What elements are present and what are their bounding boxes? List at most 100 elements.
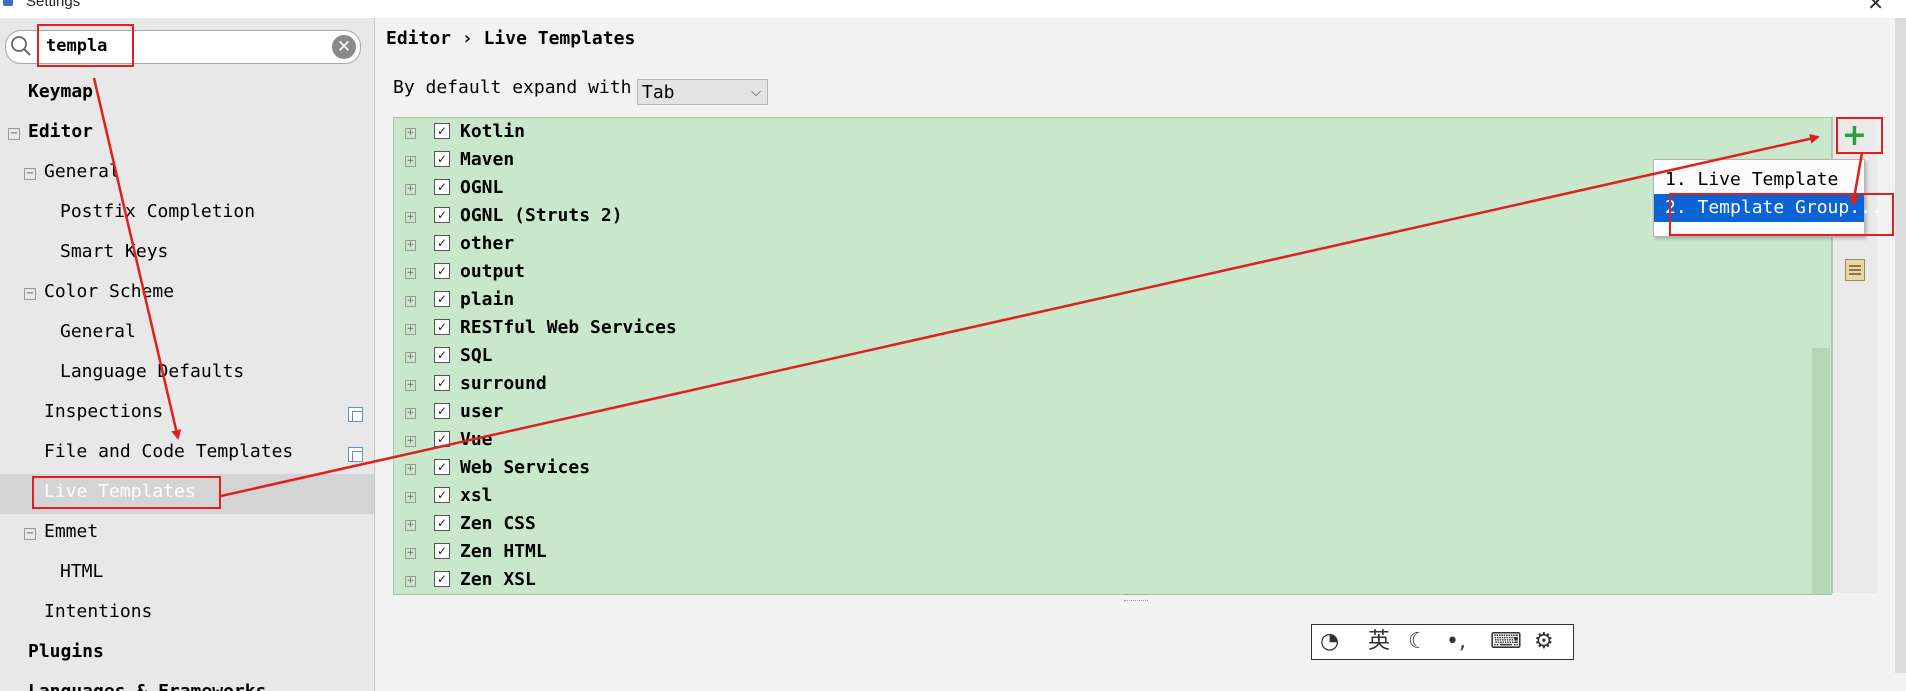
punctuation-icon[interactable]: •, <box>1446 628 1466 656</box>
sidebar-item-general[interactable]: General <box>44 156 120 188</box>
group-name: Zen XSL <box>460 569 536 590</box>
expand-icon[interactable]: + <box>405 408 416 419</box>
sidebar-item-color-general[interactable]: General <box>60 316 136 348</box>
search-input[interactable]: templa <box>46 36 107 56</box>
sidebar-item-intentions[interactable]: Intentions <box>44 596 152 628</box>
sidebar-item-plugins[interactable]: Plugins <box>28 636 104 668</box>
plus-icon[interactable]: + <box>1837 119 1872 152</box>
list-item[interactable]: + ✓ OGNL (Struts 2) <box>394 202 1794 230</box>
sidebar-item-smart-keys[interactable]: Smart Keys <box>60 236 168 268</box>
group-checkbox[interactable]: ✓ <box>434 179 450 195</box>
group-checkbox[interactable]: ✓ <box>434 347 450 363</box>
collapse-toggle-icon[interactable]: − <box>24 288 36 300</box>
sidebar-item-keymap[interactable]: Keymap <box>28 76 93 108</box>
expand-icon[interactable]: + <box>405 492 416 503</box>
list-item[interactable]: + ✓ Web Services <box>394 454 1794 482</box>
expand-icon[interactable]: + <box>405 576 416 587</box>
expand-icon[interactable]: + <box>405 520 416 531</box>
group-checkbox[interactable]: ✓ <box>434 291 450 307</box>
collapse-toggle-icon[interactable]: − <box>24 528 36 540</box>
sidebar-item-languages-frameworks[interactable]: Languages & Frameworks <box>28 676 266 691</box>
expand-icon[interactable]: + <box>405 464 416 475</box>
collapse-toggle-icon[interactable]: − <box>8 128 20 140</box>
gear-icon[interactable]: ⚙ <box>1534 628 1554 656</box>
group-checkbox[interactable]: ✓ <box>434 459 450 475</box>
resize-handle[interactable] <box>1124 594 1148 601</box>
sidebar-item-editor[interactable]: Editor <box>28 116 93 148</box>
menu-item-live-template[interactable]: 1. Live Template <box>1654 166 1864 194</box>
list-item[interactable]: + ✓ Kotlin <box>394 118 1794 146</box>
list-item[interactable]: + ✓ surround <box>394 370 1794 398</box>
menu-item-template-group[interactable]: 2. Template Group... <box>1654 194 1882 222</box>
list-scrollbar[interactable] <box>1812 348 1830 594</box>
expand-icon[interactable]: + <box>405 436 416 447</box>
breadcrumb-parent: Editor <box>386 28 452 49</box>
list-item[interactable]: + ✓ Vue <box>394 426 1794 454</box>
expand-icon[interactable]: + <box>405 296 416 307</box>
group-checkbox[interactable]: ✓ <box>434 235 450 251</box>
collapse-toggle-icon[interactable]: − <box>24 168 36 180</box>
expand-with-select[interactable]: Tab ⌵ <box>637 79 768 105</box>
list-item[interactable]: + ✓ Zen HTML <box>394 538 1794 566</box>
list-item[interactable]: + ✓ RESTful Web Services <box>394 314 1794 342</box>
clear-search-icon[interactable]: ✕ <box>332 35 356 59</box>
group-checkbox[interactable]: ✓ <box>434 571 450 587</box>
sidebar-item-language-defaults[interactable]: Language Defaults <box>60 356 244 388</box>
group-checkbox[interactable]: ✓ <box>434 319 450 335</box>
sidebar-item-file-and-code-templates[interactable]: File and Code Templates <box>44 436 293 468</box>
group-name: output <box>460 261 526 282</box>
sidebar-item-inspections[interactable]: Inspections <box>44 396 163 428</box>
list-item[interactable]: + ✓ xsl <box>394 482 1794 510</box>
expand-icon[interactable]: + <box>405 212 416 223</box>
list-item[interactable]: + ✓ output <box>394 258 1794 286</box>
keyboard-icon[interactable]: ⌨ <box>1490 628 1522 656</box>
group-checkbox[interactable]: ✓ <box>434 123 450 139</box>
expand-icon[interactable]: + <box>405 156 416 167</box>
sidebar-item-html[interactable]: HTML <box>60 556 103 588</box>
list-item[interactable]: + ✓ user <box>394 398 1794 426</box>
moon-icon[interactable]: ☾ <box>1408 628 1428 656</box>
group-name: user <box>460 401 504 422</box>
expand-icon[interactable]: + <box>405 268 416 279</box>
group-checkbox[interactable]: ✓ <box>434 515 450 531</box>
sidebar-item-live-templates[interactable]: Live Templates <box>44 476 196 508</box>
list-item[interactable]: + ✓ Zen XSL <box>394 566 1794 594</box>
sidebar-item-postfix-completion[interactable]: Postfix Completion <box>60 196 255 228</box>
expand-icon[interactable]: + <box>405 240 416 251</box>
group-checkbox[interactable]: ✓ <box>434 403 450 419</box>
window-title: Settings <box>26 0 81 10</box>
list-item[interactable]: + ✓ OGNL <box>394 174 1794 202</box>
list-item[interactable]: + ✓ plain <box>394 286 1794 314</box>
chinese-english-toggle-icon[interactable]: 英 <box>1368 628 1390 656</box>
sidebar-item-emmet[interactable]: Emmet <box>44 516 98 548</box>
group-checkbox[interactable]: ✓ <box>434 487 450 503</box>
expand-icon[interactable]: + <box>405 380 416 391</box>
group-checkbox[interactable]: ✓ <box>434 207 450 223</box>
breadcrumb-current: Live Templates <box>483 28 636 49</box>
group-checkbox[interactable]: ✓ <box>434 431 450 447</box>
group-checkbox[interactable]: ✓ <box>434 375 450 391</box>
window-scrollbar[interactable] <box>1895 18 1906 673</box>
expand-icon[interactable]: + <box>405 324 416 335</box>
group-name: SQL <box>460 345 493 366</box>
group-checkbox[interactable]: ✓ <box>434 263 450 279</box>
title-bar: Settings ✕ <box>0 0 1906 18</box>
expand-icon[interactable]: + <box>405 352 416 363</box>
ime-logo-icon[interactable]: ◔ <box>1320 628 1339 656</box>
group-checkbox[interactable]: ✓ <box>434 543 450 559</box>
note-icon[interactable] <box>1845 259 1865 281</box>
list-item[interactable]: + ✓ Zen CSS <box>394 510 1794 538</box>
expand-icon[interactable]: + <box>405 184 416 195</box>
search-field[interactable]: templa ✕ <box>5 30 361 64</box>
sidebar-item-color-scheme[interactable]: Color Scheme <box>44 276 174 308</box>
settings-sidebar: templa ✕ Keymap − Editor − General Postf… <box>0 18 375 691</box>
list-item[interactable]: + ✓ SQL <box>394 342 1794 370</box>
expand-icon[interactable]: + <box>405 128 416 139</box>
group-checkbox[interactable]: ✓ <box>434 151 450 167</box>
list-item[interactable]: + ✓ Maven <box>394 146 1794 174</box>
list-item[interactable]: + ✓ other <box>394 230 1794 258</box>
expand-icon[interactable]: + <box>405 548 416 559</box>
add-menu-popup: 1. Live Template 2. Template Group... <box>1653 159 1882 237</box>
template-groups-list[interactable]: + ✓ Kotlin + ✓ Maven + ✓ OGNL + ✓ OGNL (Struts 2… <box>393 117 1832 595</box>
close-icon[interactable]: ✕ <box>1867 0 1884 15</box>
